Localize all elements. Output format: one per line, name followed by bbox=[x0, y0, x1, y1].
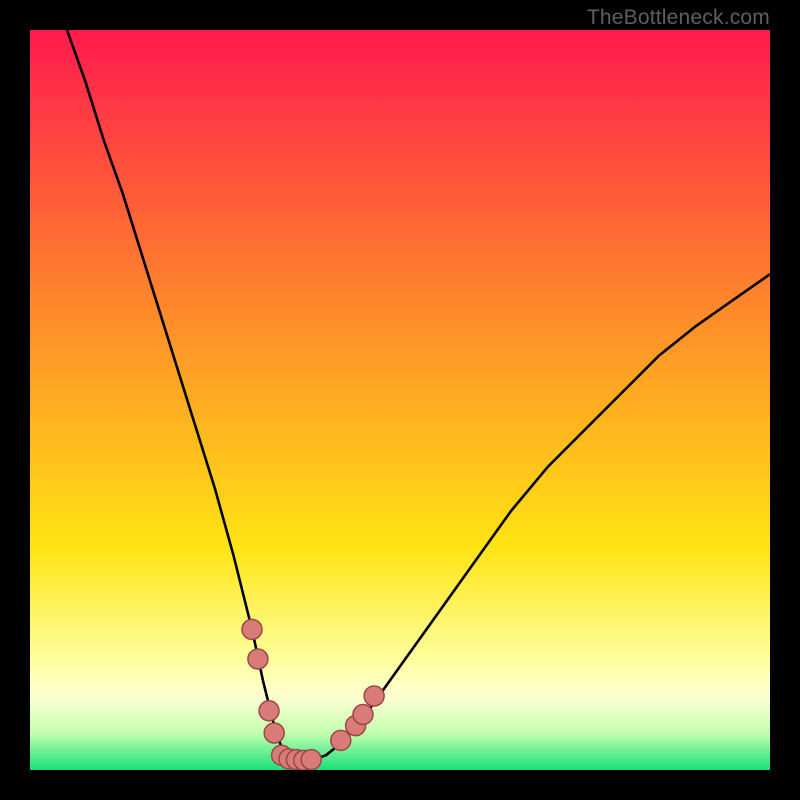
data-point bbox=[301, 750, 321, 770]
plot-area bbox=[30, 30, 770, 770]
data-point bbox=[264, 723, 284, 743]
data-point bbox=[259, 701, 279, 721]
bottleneck-curve bbox=[30, 30, 770, 770]
watermark-text: TheBottleneck.com bbox=[587, 6, 770, 30]
data-point bbox=[331, 730, 351, 750]
data-point bbox=[364, 686, 384, 706]
data-point bbox=[248, 649, 268, 669]
chart-frame: TheBottleneck.com bbox=[0, 0, 800, 800]
data-point bbox=[242, 619, 262, 639]
data-point bbox=[353, 705, 373, 725]
